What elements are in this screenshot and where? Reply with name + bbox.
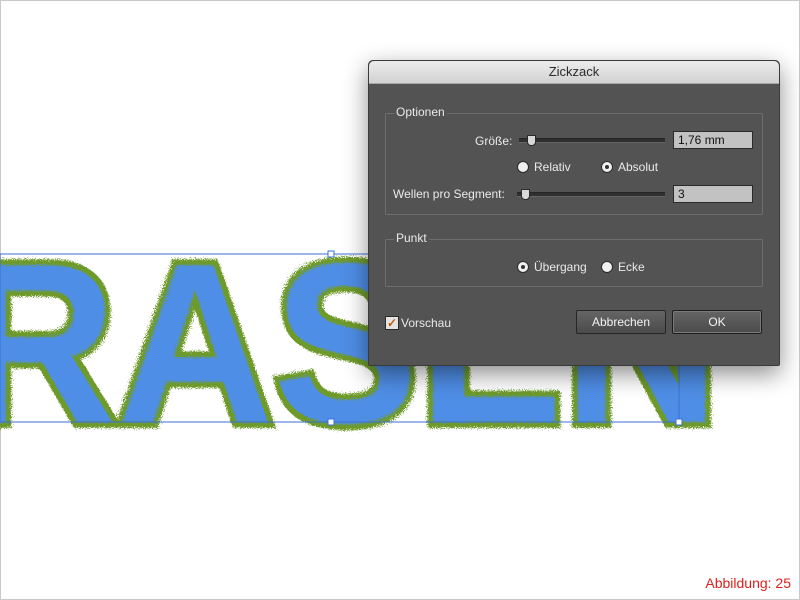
preview-label: Vorschau [401,316,452,330]
selection-handle-bottom-right[interactable] [675,418,683,426]
ok-button[interactable]: OK [672,310,762,334]
smooth-radio[interactable] [517,261,529,273]
zigzag-dialog: Zickzack Optionen Größe: 1,76 mm Relativ… [368,60,780,366]
waves-input[interactable]: 3 [673,185,753,203]
options-legend: Optionen [394,105,447,119]
cancel-button[interactable]: Abbrechen [576,310,666,334]
smooth-label: Übergang [534,260,587,274]
waves-label: Wellen pro Segment: [393,187,505,201]
size-label: Größe: [475,134,513,148]
size-slider-thumb[interactable] [527,135,537,146]
selection-handle-top[interactable] [327,250,335,258]
waves-slider-thumb[interactable] [521,189,531,200]
absolute-label: Absolut [618,160,659,174]
size-slider[interactable] [519,138,665,143]
figure-caption: Abbildung: 25 [705,575,791,591]
waves-slider[interactable] [517,192,665,197]
size-input[interactable]: 1,76 mm [673,131,753,149]
relative-radio[interactable] [517,161,529,173]
selection-handle-bottom[interactable] [327,418,335,426]
corner-radio[interactable] [601,261,613,273]
absolute-radio[interactable] [601,161,613,173]
corner-label: Ecke [618,260,645,274]
preview-checkbox[interactable]: ✓ [385,316,399,330]
dialog-title[interactable]: Zickzack [369,61,779,84]
relative-label: Relativ [534,160,571,174]
point-legend: Punkt [394,231,429,245]
